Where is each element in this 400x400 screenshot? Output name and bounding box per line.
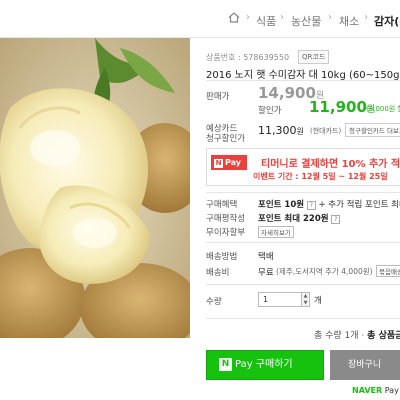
quantity-label: 수량 [206,297,222,307]
breadcrumb-item-potato[interactable]: 감자(생 [374,13,400,29]
purchase-benefit-label: 구매혜택 [206,200,238,210]
divider [206,284,400,285]
purchase-points: 포인트 10원 [258,200,305,210]
cart-button[interactable]: 장바구니 [330,350,400,380]
discount-note: (3,000원 할 [366,105,400,113]
naver-pay-logo: NAVER Pay [352,386,399,395]
breadcrumb-separator: › [328,12,332,23]
total-quantity: 총 수량 1개 · [314,331,365,341]
review-points: 포인트 최대 220원 [258,214,329,224]
naver-brand: NAVER [352,386,383,395]
breadcrumb-separator: › [246,12,250,23]
buy-button-label: Pay 구매하기 [235,359,293,370]
qr-code-button[interactable]: QR코드 [298,50,330,64]
review-benefit-value: 포인트 최대 220원 ? [258,212,341,224]
review-benefit-label: 구매평작성 [206,214,246,224]
home-icon[interactable] [228,12,240,23]
total-amount-label: 총 상품금 [367,331,400,341]
shipping-method-value: 택배 [258,252,274,262]
interest-free-detail-button[interactable]: 자세히보기 [258,226,294,238]
card-issuer: (현대카드) [310,127,342,135]
product-page: › 식품 › 농산물 › 채소 › 감자(생 [0,0,400,400]
breadcrumb-separator: › [280,12,284,23]
quantity-stepper[interactable]: ▲ ▼ [302,292,310,307]
card-price: 11,300원 [258,124,304,137]
list-price-label: 판매가 [206,92,230,102]
interest-free-label: 무이자할부 [206,228,246,238]
card-price-label-2: 청구할인가 [206,134,246,144]
npay-n-icon: N [214,159,223,168]
stepper-up-icon[interactable]: ▲ [302,293,309,300]
divider [206,318,400,319]
bundle-shipping-button[interactable]: 묶음배송 [376,265,400,277]
breadcrumb-item-agri[interactable]: 농산물 [291,13,321,29]
breadcrumb-separator: › [364,12,368,23]
sale-price-value: 11,900 [309,98,367,116]
shipping-method-label: 배송방법 [206,252,238,262]
list-price-value: 14,900 [258,84,316,102]
shipping-fee-note: (제주,도서지역 추가 4,000원) [276,267,373,276]
card-price-value: 11,300 [258,124,297,137]
naver-pay-suffix: Pay [384,386,399,395]
stepper-down-icon[interactable]: ▼ [302,300,309,307]
divider [206,192,400,193]
npay-buy-button[interactable]: N Pay 구매하기 [206,350,324,380]
npay-promo-banner[interactable]: N Pay 티머니로 결제하면 10% 추가 적립! 이벤트 기간 : 12월 5… [206,148,400,186]
quantity-input[interactable] [258,292,302,307]
breadcrumb-item-food[interactable]: 식품 [256,13,276,29]
divider [206,242,400,243]
npay-promo-text: 티머니로 결제하면 10% 추가 적립! [261,159,400,170]
help-icon[interactable]: ? [331,215,341,224]
product-title: 2016 노지 햇 수미감자 대 10kg (60~150g 내 [206,70,400,81]
product-image[interactable] [0,38,190,338]
order-total: 총 수량 1개 · 총 상품금 [314,328,400,341]
npay-event-period: 이벤트 기간 : 12월 5일 ~ 12월 25일 [253,172,388,181]
product-number: 상품번호 : 578639550 [206,53,290,62]
npay-badge: N Pay [211,155,247,170]
divider [206,80,400,81]
won-unit: 원 [296,127,304,136]
npay-badge-text: Pay [225,158,242,167]
purchase-extra: + 추가 적립 포인트 최대 119 [318,200,400,210]
breadcrumb-item-vegetable[interactable]: 채소 [339,13,359,29]
quantity-unit: 개 [314,296,322,306]
product-info-panel: 상품번호 : 578639550 QR코드 2016 노지 햇 수미감자 대 1… [206,38,400,400]
sale-price-label: 할인가 [258,106,282,116]
shipping-fee-value: 무료 [258,268,274,278]
card-more-button[interactable]: 청구할인카드 더보기 [345,123,400,137]
shipping-fee-label: 배송비 [206,268,230,278]
breadcrumb: › 식품 › 농산물 › 채소 › 감자(생 [0,0,400,38]
npay-n-icon: N [219,357,232,371]
help-icon[interactable]: ? [306,201,316,210]
purchase-benefit-value: 포인트 10원 ? + 추가 적립 포인트 최대 119 [258,198,400,210]
